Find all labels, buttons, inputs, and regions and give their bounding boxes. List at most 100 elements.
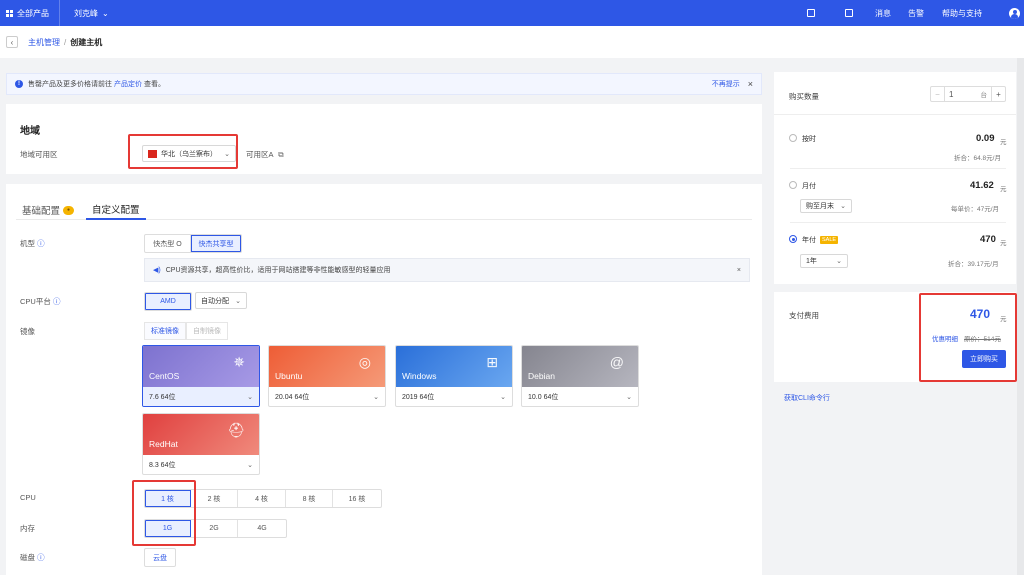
hourly-price-unit: 元: [1000, 139, 1007, 146]
os-card-centos[interactable]: ✵ CentOS 7.6 64位 ⌄: [142, 345, 260, 407]
console-icon[interactable]: [807, 9, 815, 17]
help-icon[interactable]: ⓘ: [37, 553, 45, 562]
monthly-price-unit: 元: [1000, 186, 1007, 193]
cpu-option[interactable]: 2 核: [191, 490, 238, 507]
dismiss-notice-link[interactable]: 不再提示: [712, 79, 740, 89]
cpu-platform-amd[interactable]: AMD: [145, 293, 191, 310]
billing-hourly-label: 按时: [802, 136, 816, 143]
memory-label: 内存: [20, 524, 35, 533]
ubuntu-logo-icon: ◎: [358, 354, 371, 370]
tab-custom-config[interactable]: 自定义配置: [86, 200, 146, 220]
billing-yearly-radio[interactable]: [789, 235, 797, 243]
quantity-label: 购买数量: [789, 92, 819, 101]
os-name: Ubuntu: [275, 371, 303, 381]
zone-value: 可用区A: [246, 150, 274, 159]
chevron-down-icon: ⌄: [500, 394, 506, 401]
yearly-discount: 折合：39.17元/月: [948, 261, 999, 268]
cli-command-link[interactable]: 获取CLI命令行: [784, 393, 830, 403]
help-icon[interactable]: ⓘ: [37, 239, 45, 248]
tab-standard-image[interactable]: 标准镜像: [144, 322, 186, 340]
tab-custom-image[interactable]: 自制镜像: [186, 322, 228, 340]
chevron-down-icon: ⌄: [373, 394, 379, 401]
os-card-windows[interactable]: ⊞ Windows 2019 64位 ⌄: [395, 345, 513, 407]
page-title: 创建主机: [70, 37, 103, 47]
monthly-duration-select[interactable]: 购至月末 ⌄: [800, 199, 852, 213]
config-tabs: 基础配置 ● 自定义配置: [16, 200, 752, 220]
help-icon[interactable]: ⓘ: [53, 297, 61, 306]
os-version-select[interactable]: 2019 64位 ⌄: [396, 387, 512, 406]
chevron-down-icon: ⌄: [235, 297, 241, 305]
back-icon[interactable]: ‹: [6, 36, 18, 48]
highlight-box-cpu-memory: [132, 480, 196, 546]
breadcrumb-host-management[interactable]: 主机管理: [28, 37, 60, 48]
cpu-platform-select[interactable]: 自动分配 ⌄: [195, 292, 247, 309]
machine-type-option[interactable]: 快杰型 O: [145, 235, 191, 252]
highlight-box-payment: [919, 293, 1017, 382]
disk-option-cloud[interactable]: 云盘: [145, 549, 175, 566]
yearly-duration-select[interactable]: 1年 ⌄: [800, 254, 848, 268]
os-card-redhat[interactable]: ⛑ RedHat 8.3 64位 ⌄: [142, 413, 260, 475]
billing-monthly-radio[interactable]: [789, 181, 797, 189]
help-link[interactable]: 帮助与支持: [942, 8, 982, 19]
yearly-price-unit: 元: [1000, 240, 1007, 247]
close-icon[interactable]: ×: [737, 267, 741, 274]
all-products-label: 全部产品: [17, 8, 49, 18]
os-version-select[interactable]: 7.6 64位 ⌄: [143, 387, 259, 406]
os-version-select[interactable]: 20.04 64位 ⌄: [269, 387, 385, 406]
tab-basic-config[interactable]: 基础配置 ●: [16, 200, 80, 220]
chevron-down-icon: ⌄: [626, 394, 632, 401]
os-version-select[interactable]: 8.3 64位 ⌄: [143, 455, 259, 474]
machine-type-label: 机型 ⓘ: [20, 238, 45, 249]
divider: [774, 114, 1016, 115]
os-banner: ⊞ Windows: [396, 346, 512, 387]
disk-label-text: 磁盘: [20, 553, 35, 562]
os-banner: ⛑ RedHat: [143, 414, 259, 455]
cpu-option[interactable]: 16 核: [333, 490, 381, 507]
os-name: RedHat: [149, 439, 178, 449]
billing-monthly-label: 月付: [802, 183, 816, 190]
machine-type-tip-text: CPU资源共享，超高性价比，适用于网站搭建等非性能敏感型的轻量应用: [165, 267, 391, 274]
quantity-input[interactable]: 1 台: [945, 87, 991, 101]
machine-type-option[interactable]: 快杰共享型: [191, 235, 241, 252]
top-nav-bar: 全部产品 刘克峰 ⌄ 消息 告警 帮助与支持: [0, 0, 1024, 26]
zone-label[interactable]: 可用区A ⧉: [246, 149, 284, 160]
cpu-option[interactable]: 4 核: [238, 490, 286, 507]
alerts-link[interactable]: 告警: [908, 8, 924, 19]
grid-icon: [6, 9, 13, 17]
memory-option[interactable]: 4G: [238, 520, 286, 537]
ticket-icon[interactable]: [845, 9, 853, 17]
quantity-value: 1: [949, 89, 954, 99]
scrollbar[interactable]: [1017, 58, 1024, 575]
os-card-ubuntu[interactable]: ◎ Ubuntu 20.04 64位 ⌄: [268, 345, 386, 407]
yearly-duration-value: 1年: [806, 258, 817, 265]
debian-logo-icon: @: [609, 354, 624, 370]
quantity-unit: 台: [980, 92, 988, 99]
chevron-down-icon: ⌄: [247, 394, 253, 401]
all-products-menu[interactable]: 全部产品: [0, 0, 60, 26]
quantity-plus-button[interactable]: +: [991, 87, 1005, 101]
quantity-stepper: − 1 台 +: [930, 86, 1006, 102]
billing-hourly-radio[interactable]: [789, 134, 797, 142]
memory-option[interactable]: 2G: [191, 520, 238, 537]
region-zone-label: 地域可用区: [20, 150, 58, 159]
cpu-option[interactable]: 8 核: [286, 490, 333, 507]
order-summary: [774, 72, 1016, 284]
close-icon[interactable]: ×: [748, 79, 753, 89]
avatar[interactable]: [1009, 7, 1020, 19]
image-label: 镜像: [20, 327, 35, 336]
os-card-debian[interactable]: @ Debian 10.0 64位 ⌄: [521, 345, 639, 407]
os-version: 10.0 64位: [528, 394, 559, 401]
edit-icon[interactable]: ⧉: [278, 150, 283, 159]
project-user-switcher[interactable]: 刘克峰 ⌄: [60, 8, 109, 19]
monthly-price: 41.62: [970, 180, 994, 191]
os-name: CentOS: [149, 371, 180, 381]
tab-custom-label: 自定义配置: [92, 205, 140, 216]
pricing-link[interactable]: 产品定价: [114, 79, 142, 89]
os-version-select[interactable]: 10.0 64位 ⌄: [522, 387, 638, 406]
cpu-platform-label: CPU平台 ⓘ: [20, 296, 60, 307]
messages-link[interactable]: 消息: [875, 8, 891, 19]
quantity-minus-button[interactable]: −: [931, 87, 945, 101]
divider: [790, 222, 1006, 223]
info-icon: !: [15, 80, 23, 88]
tab-basic-label: 基础配置: [22, 206, 61, 217]
